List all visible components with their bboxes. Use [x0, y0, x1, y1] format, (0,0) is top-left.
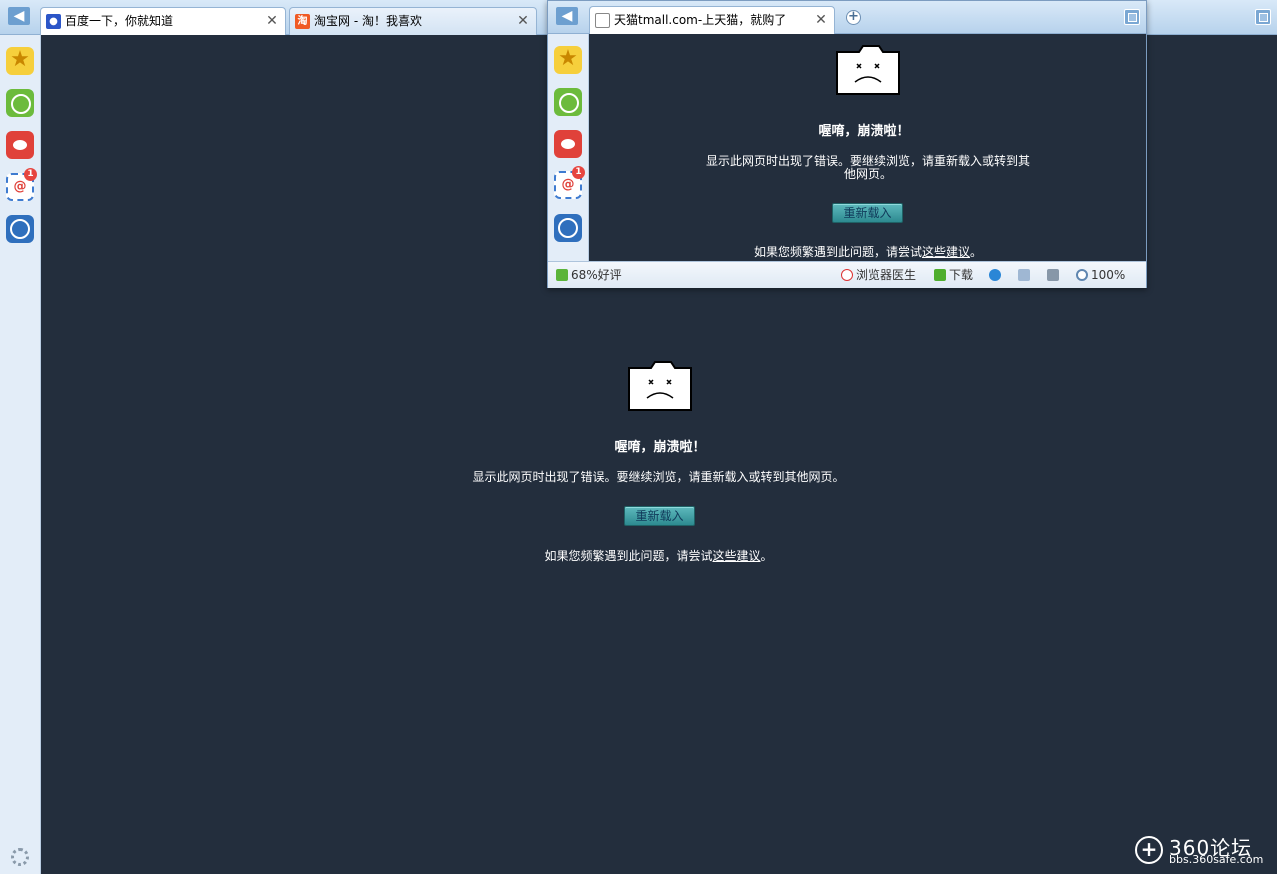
close-tab-icon[interactable]: ✕ [516, 8, 530, 34]
sidebar-toggle-icon[interactable]: ◀ [556, 7, 578, 25]
zoom-magnifier-icon [1076, 269, 1088, 281]
tab-taobao[interactable]: 淘 淘宝网 - 淘！我喜欢 ✕ [289, 7, 537, 35]
popup-left-sidebar: ★ @ 1 [548, 34, 589, 261]
zoom-item[interactable]: 100% [1076, 262, 1125, 288]
favorites-star-icon[interactable]: ★ [6, 47, 34, 75]
popup-browser-window: ◀ 天猫tmall.com-上天猫，就购了 ✕ + ★ @ 1 喔唷，崩溃啦！ … [547, 0, 1147, 288]
taobao-icon: 淘 [295, 14, 310, 29]
crash-hint: 如果您频繁遇到此问题，请尝试这些建议。 [738, 243, 998, 260]
mail-badge: 1 [572, 166, 585, 179]
tab-baidu[interactable]: ● 百度一下，你就知道 ✕ [40, 7, 286, 35]
comment-icon [556, 269, 568, 281]
reload-button[interactable]: 重新载入 [832, 203, 903, 223]
crash-message-line2: 他网页。 [843, 167, 892, 181]
browser-doctor-item[interactable]: 浏览器医生 [841, 262, 916, 288]
mail-icon[interactable]: @ 1 [6, 168, 37, 201]
window-restore-icon[interactable] [1255, 9, 1271, 25]
windows-icon [1018, 269, 1030, 281]
forum-watermark: + 360论坛 bbs.360safe.com [1135, 834, 1271, 868]
mail-at-glyph: @ [561, 177, 575, 192]
speaker-icon [1047, 269, 1059, 281]
weibo-icon[interactable] [554, 130, 582, 158]
new-tab-icon[interactable]: + [846, 10, 861, 25]
window-restore-icon[interactable] [1124, 9, 1140, 25]
weibo-icon[interactable] [6, 131, 34, 159]
tab-tmall[interactable]: 天猫tmall.com-上天猫，就购了 ✕ [589, 6, 835, 34]
close-tab-icon[interactable]: ✕ [814, 7, 828, 33]
mail-icon[interactable]: @ 1 [554, 166, 585, 199]
doctor-cross-icon [841, 269, 853, 281]
sidebar-toggle-icon[interactable]: ◀ [8, 7, 30, 25]
download-arrow-icon [934, 269, 946, 281]
popup-tab-strip: ◀ 天猫tmall.com-上天猫，就购了 ✕ + [548, 1, 1146, 34]
peace-app-icon[interactable] [554, 214, 582, 242]
mail-at-glyph: @ [13, 179, 27, 194]
download-text: 下载 [949, 268, 974, 282]
ie-icon [989, 269, 1001, 281]
crash-hint: 如果您频繁遇到此问题，请尝试这些建议。 [480, 547, 837, 564]
volume-icon[interactable] [1047, 262, 1062, 288]
crash-hint-suffix: 。 [970, 245, 983, 259]
history-clock-icon[interactable] [554, 88, 582, 116]
close-tab-icon[interactable]: ✕ [265, 8, 279, 34]
crash-message: 显示此网页时出现了错误。要继续浏览，请重新载入或转到其 他网页。 [688, 155, 1048, 181]
window-mode-icon[interactable] [1018, 262, 1033, 288]
ie-compat-icon[interactable] [989, 262, 1004, 288]
doctor-text: 浏览器医生 [856, 268, 917, 282]
zoom-text: 100% [1091, 268, 1126, 282]
crash-hint-prefix: 如果您频繁遇到此问题，请尝试 [753, 245, 922, 259]
suggestions-link[interactable]: 这些建议 [712, 549, 760, 563]
sad-folder-icon [628, 361, 692, 411]
peace-app-icon[interactable] [6, 215, 34, 243]
baidu-paw-icon: ● [46, 14, 61, 29]
status-bar: 68%好评 浏览器医生 下载 100% [548, 261, 1146, 288]
rating-text: 68%好评 [571, 268, 622, 282]
crash-hint-prefix: 如果您频繁遇到此问题，请尝试 [544, 549, 713, 563]
favorites-star-icon[interactable]: ★ [554, 46, 582, 74]
tab-label: 淘宝网 - 淘！我喜欢 [314, 14, 422, 28]
watermark-url: bbs.360safe.com [1169, 853, 1264, 866]
mail-badge: 1 [24, 168, 37, 181]
plus-logo-icon: + [1135, 836, 1163, 864]
tab-label: 百度一下，你就知道 [65, 14, 174, 28]
left-sidebar: ★ @ 1 [0, 35, 41, 874]
rating-item[interactable]: 68%好评 [556, 262, 622, 288]
download-item[interactable]: 下载 [934, 262, 973, 288]
settings-gear-icon[interactable] [11, 848, 29, 866]
crash-hint-suffix: 。 [760, 549, 773, 563]
reload-button[interactable]: 重新载入 [624, 506, 695, 526]
suggestions-link[interactable]: 这些建议 [922, 245, 970, 259]
tab-label: 天猫tmall.com-上天猫，就购了 [614, 13, 787, 27]
history-clock-icon[interactable] [6, 89, 34, 117]
crash-title: 喔唷，崩溃啦！ [818, 124, 910, 139]
crash-title: 喔唷，崩溃啦！ [614, 440, 706, 455]
sad-folder-icon [836, 45, 900, 95]
crash-message: 显示此网页时出现了错误。要继续浏览，请重新载入或转到其他网页。 [472, 470, 845, 484]
page-icon [595, 13, 610, 28]
